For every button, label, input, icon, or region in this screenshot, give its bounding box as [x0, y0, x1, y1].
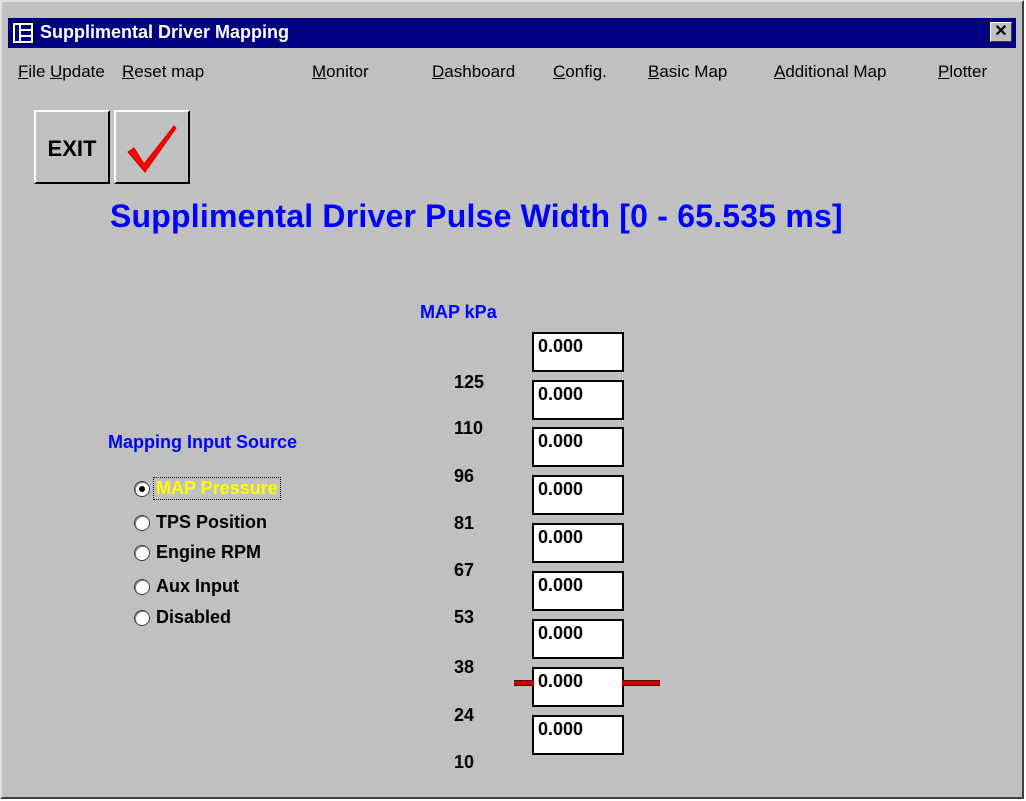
radio-label: Aux Input: [156, 576, 239, 596]
map-cell[interactable]: 0.000: [532, 380, 624, 420]
menu-dashboard[interactable]: Dashboard: [432, 62, 515, 82]
radio-button[interactable]: [134, 579, 150, 595]
current-value-marker-right: [622, 680, 660, 686]
map-cell[interactable]: 0.000: [532, 667, 624, 707]
map-cell[interactable]: 0.000: [532, 475, 624, 515]
map-axis-tick: 53: [454, 607, 475, 627]
radio-button[interactable]: [134, 515, 150, 531]
radio-label: TPS Position: [156, 512, 268, 532]
menu-update[interactable]: Update: [50, 62, 105, 82]
main-window: Supplimental Driver Mapping ✕ File Updat…: [0, 0, 1024, 799]
map-axis-tick: 24: [454, 705, 475, 725]
radio-label: Engine RPM: [156, 542, 262, 562]
map-axis-tick: 67: [454, 560, 475, 580]
radio-label: Disabled: [156, 607, 232, 627]
map-cell[interactable]: 0.000: [532, 571, 624, 611]
radio-button[interactable]: [134, 610, 150, 626]
current-value-marker-left: [514, 680, 534, 686]
map-cell[interactable]: 0.000: [532, 332, 624, 372]
menu-file[interactable]: File: [18, 62, 45, 82]
map-axis-title: MAP kPa: [420, 302, 497, 322]
exit-button[interactable]: EXIT: [34, 110, 110, 184]
exit-label: EXIT: [47, 136, 97, 161]
map-cell[interactable]: 0.000: [532, 427, 624, 467]
menu-config[interactable]: Config.: [553, 62, 607, 82]
close-button[interactable]: ✕: [990, 22, 1012, 42]
map-cell[interactable]: 0.000: [532, 715, 624, 755]
input-source-title: Mapping Input Source: [108, 432, 297, 452]
menu-monitor[interactable]: Monitor: [312, 62, 369, 82]
window-title: Supplimental Driver Mapping: [40, 22, 290, 42]
menu-basic-map[interactable]: Basic Map: [648, 62, 727, 82]
ok-button[interactable]: [114, 110, 190, 184]
radio-label: MAP Pressure: [153, 477, 281, 500]
menu-plotter[interactable]: Plotter: [938, 62, 987, 82]
app-grid-icon: [12, 22, 34, 44]
menu-reset-map[interactable]: Reset map: [122, 62, 204, 82]
map-cell[interactable]: 0.000: [532, 619, 624, 659]
map-axis-tick: 125: [454, 372, 485, 392]
radio-button[interactable]: [134, 545, 150, 561]
red-checkmark-icon: [127, 125, 177, 173]
map-axis-tick: 96: [454, 466, 475, 486]
menu-bar: File Update Reset map Monitor Dashboard …: [18, 62, 1008, 86]
menu-additional-map[interactable]: Additional Map: [774, 62, 886, 82]
map-axis-tick: 110: [454, 418, 484, 438]
title-bar[interactable]: Supplimental Driver Mapping ✕: [8, 18, 1016, 48]
map-axis-tick: 38: [454, 657, 475, 677]
map-axis-tick: 81: [454, 513, 475, 533]
map-axis-tick: 10: [454, 752, 475, 772]
radio-button-checked[interactable]: [134, 481, 150, 497]
page-heading: Supplimental Driver Pulse Width [0 - 65.…: [110, 198, 843, 234]
map-cell[interactable]: 0.000: [532, 523, 624, 563]
